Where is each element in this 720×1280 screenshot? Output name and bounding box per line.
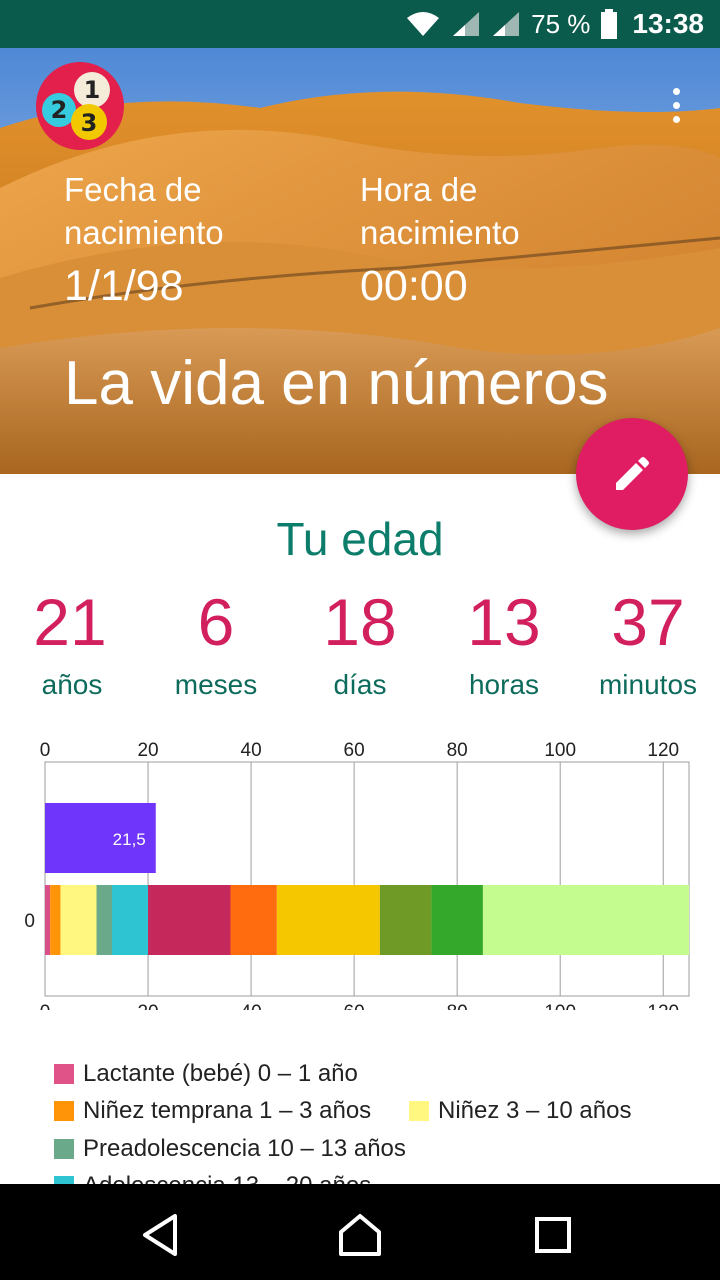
life-stage-segment: [148, 885, 231, 955]
age-minutes-value: 37: [611, 585, 685, 659]
x-tick-label-bottom: 100: [544, 1002, 576, 1010]
x-tick-label-bottom: 0: [40, 1002, 51, 1010]
age-card: Tu edad 21 años 6 meses 18 días 13 horas…: [0, 474, 720, 1199]
signal-icon-2: [493, 12, 520, 36]
pencil-icon: [616, 457, 649, 490]
edit-button[interactable]: [576, 418, 688, 530]
x-tick-label-top: 20: [137, 740, 158, 761]
age-minutes-unit: minutos: [598, 669, 698, 700]
life-stage-segment: [60, 885, 97, 955]
x-tick-label-bottom: 40: [241, 1002, 262, 1010]
life-stage-segment: [379, 885, 432, 955]
page-title: La vida en números: [64, 349, 609, 418]
legend-swatch: [409, 1101, 429, 1121]
back-icon[interactable]: [137, 1210, 187, 1260]
legend-swatch: [54, 1064, 74, 1084]
hero-header: 1 2 3 Fecha de nacimiento 1/1/98 Hora de…: [0, 48, 720, 474]
age-months-unit: meses: [174, 669, 258, 700]
legend-item-lactante: Lactante (bebé) 0 – 1 año: [54, 1060, 358, 1088]
battery-icon: [601, 9, 618, 39]
legend-item-ninez-temprana: Niñez temprana 1 – 3 años: [54, 1097, 371, 1125]
x-tick-label-top: 100: [544, 740, 576, 761]
signal-icon: [453, 12, 480, 36]
logo-digit-1: 1: [84, 76, 101, 104]
life-stages-chart: 0 0 20 20 40 40 60 60 80 80 100 100 120 120 0 21,5: [0, 720, 720, 1023]
birth-date-label: Fecha de nacimiento: [64, 171, 224, 251]
legend-swatch: [54, 1139, 74, 1159]
life-stage-segment: [96, 885, 112, 955]
legend-item-ninez: Niñez 3 – 10 años: [409, 1097, 631, 1125]
legend-item-preadolescencia: Preadolescencia 10 – 13 años: [54, 1135, 406, 1163]
app-logo: 1 2 3: [34, 60, 126, 152]
life-stage-segment: [230, 885, 277, 955]
plot-frame: [44, 761, 690, 997]
clock: 13:38: [632, 8, 704, 39]
birth-time-label: Hora de nacimiento: [360, 171, 520, 251]
current-age-bar-label: 21,5: [113, 830, 146, 849]
wifi-icon: [407, 12, 440, 36]
age-years-unit: años: [41, 669, 103, 700]
x-tick-label-top: 40: [241, 740, 262, 761]
x-tick-label-top: 120: [647, 740, 679, 761]
age-hours-unit: horas: [468, 669, 540, 700]
x-tick-label-bottom: 120: [647, 1002, 679, 1010]
life-stage-segment: [45, 885, 51, 955]
x-tick-label-bottom: 20: [137, 1002, 158, 1010]
x-tick-label-top: 60: [344, 740, 365, 761]
legend-label: Niñez 3 – 10 años: [438, 1097, 632, 1124]
birth-date-value[interactable]: 1/1/98: [64, 262, 184, 311]
legend-label: Lactante (bebé) 0 – 1 año: [83, 1060, 358, 1087]
status-bar: 75 % 13:38: [0, 0, 720, 48]
life-stage-segment: [111, 885, 149, 955]
life-stage-segment: [431, 885, 483, 955]
legend-swatch: [54, 1101, 74, 1121]
overflow-menu-icon[interactable]: [660, 82, 692, 142]
x-tick-label-top: 80: [447, 740, 468, 761]
x-tick-label-top: 0: [40, 740, 51, 761]
life-stage-segment: [276, 885, 380, 955]
battery-percent: 75 %: [531, 8, 591, 39]
age-hours-value: 13: [467, 585, 541, 659]
age-years-value: 21: [33, 585, 107, 659]
x-tick-label-bottom: 60: [344, 1002, 365, 1010]
y-category-label: 0: [24, 911, 35, 932]
navigation-bar: [0, 1184, 720, 1280]
age-days-unit: días: [333, 669, 387, 700]
life-stage-segment: [50, 885, 61, 955]
recent-apps-icon[interactable]: [528, 1210, 578, 1260]
home-icon[interactable]: [335, 1210, 385, 1260]
logo-digit-2: 2: [51, 96, 68, 124]
x-tick-label-bottom: 80: [447, 1002, 468, 1010]
birth-time-value[interactable]: 00:00: [360, 262, 468, 311]
age-days-value: 18: [323, 585, 397, 659]
age-months-value: 6: [197, 585, 235, 659]
legend-label: Preadolescencia 10 – 13 años: [83, 1135, 406, 1162]
life-stage-segment: [482, 885, 689, 955]
logo-digit-3: 3: [81, 109, 98, 137]
legend-label: Niñez temprana 1 – 3 años: [83, 1097, 372, 1124]
